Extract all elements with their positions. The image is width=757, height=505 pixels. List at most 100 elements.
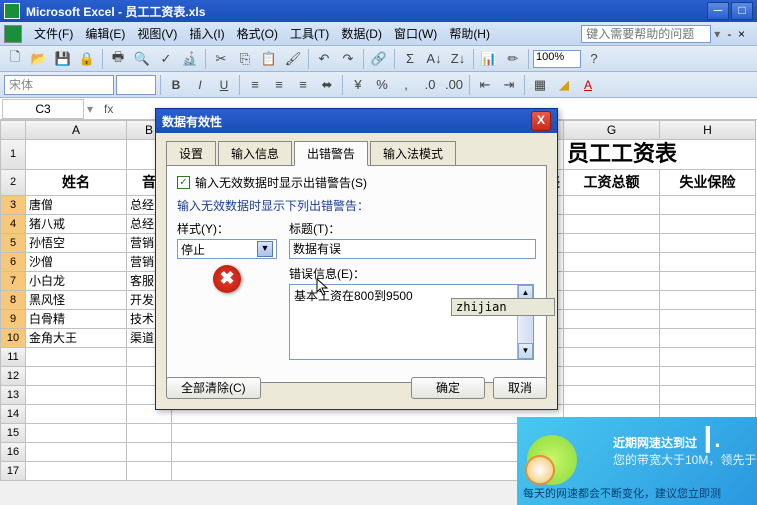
open-icon[interactable]: 📂: [28, 48, 50, 70]
cancel-button[interactable]: 取消: [493, 377, 547, 399]
fill-color-icon[interactable]: ◢: [553, 74, 575, 96]
font-color-icon[interactable]: A: [577, 74, 599, 96]
cell[interactable]: [660, 272, 756, 291]
col-header-h[interactable]: H: [660, 120, 756, 140]
dialog-titlebar[interactable]: 数据有效性 X: [156, 109, 557, 133]
menu-insert[interactable]: 插入(I): [185, 23, 228, 44]
cell[interactable]: [26, 424, 127, 443]
row-header[interactable]: 10: [0, 329, 26, 348]
sort-desc-icon[interactable]: Z↓: [447, 48, 469, 70]
cell[interactable]: [172, 462, 564, 481]
row-header[interactable]: 4: [0, 215, 26, 234]
currency-icon[interactable]: ¥: [347, 74, 369, 96]
doc-icon[interactable]: [4, 25, 22, 43]
cell[interactable]: 黑风怪: [26, 291, 127, 310]
menu-data[interactable]: 数据(D): [337, 23, 386, 44]
cell[interactable]: 孙悟空: [26, 234, 127, 253]
error-message-textarea[interactable]: 基本工资在800到9500 ▲ ▼: [289, 284, 534, 360]
row-header[interactable]: 7: [0, 272, 26, 291]
row-header[interactable]: 9: [0, 310, 26, 329]
borders-icon[interactable]: ▦: [529, 74, 551, 96]
cell[interactable]: [660, 329, 756, 348]
help-search-input[interactable]: [581, 25, 711, 43]
restore-button[interactable]: □: [731, 2, 753, 20]
tab-input-message[interactable]: 输入信息: [218, 141, 292, 166]
cell[interactable]: [660, 234, 756, 253]
row-header[interactable]: 17: [0, 462, 26, 481]
cell-header[interactable]: 失业保险: [660, 170, 756, 196]
align-left-icon[interactable]: ≡: [244, 74, 266, 96]
cell[interactable]: [564, 215, 660, 234]
cell[interactable]: [660, 253, 756, 272]
cell[interactable]: [564, 386, 660, 405]
scroll-down-icon[interactable]: ▼: [518, 343, 533, 359]
chart-icon[interactable]: 📊: [478, 48, 500, 70]
cell[interactable]: [660, 196, 756, 215]
cell[interactable]: 小白龙: [26, 272, 127, 291]
close-doc-button[interactable]: - ×: [723, 25, 749, 43]
inc-decimal-icon[interactable]: .0: [419, 74, 441, 96]
cell[interactable]: [564, 348, 660, 367]
merge-icon[interactable]: ⬌: [316, 74, 338, 96]
fx-icon[interactable]: fx: [96, 102, 121, 116]
select-all-corner[interactable]: [0, 120, 26, 140]
name-box[interactable]: C3: [2, 99, 84, 119]
cell[interactable]: [564, 253, 660, 272]
dropdown-arrow-icon[interactable]: ▼: [257, 241, 273, 257]
tab-error-alert[interactable]: 出错警告: [294, 141, 368, 166]
redo-icon[interactable]: ↷: [337, 48, 359, 70]
cell[interactable]: [172, 424, 564, 443]
menu-tools[interactable]: 工具(T): [286, 23, 333, 44]
inc-indent-icon[interactable]: ⇥: [498, 74, 520, 96]
cell-title[interactable]: 员工工资表: [564, 140, 756, 170]
font-size-select[interactable]: [116, 75, 156, 95]
row-header[interactable]: 15: [0, 424, 26, 443]
dec-indent-icon[interactable]: ⇤: [474, 74, 496, 96]
print-icon[interactable]: 🖶: [107, 48, 129, 70]
cell[interactable]: [127, 462, 172, 481]
row-header[interactable]: 8: [0, 291, 26, 310]
save-icon[interactable]: 💾: [52, 48, 74, 70]
help-icon[interactable]: ?: [583, 48, 605, 70]
textarea-scrollbar[interactable]: ▲ ▼: [517, 285, 533, 359]
title-input[interactable]: 数据有误: [289, 239, 536, 259]
underline-icon[interactable]: U: [213, 74, 235, 96]
research-icon[interactable]: 🔬: [179, 48, 201, 70]
cell[interactable]: [26, 405, 127, 424]
link-icon[interactable]: 🔗: [368, 48, 390, 70]
percent-icon[interactable]: %: [371, 74, 393, 96]
cell[interactable]: [26, 443, 127, 462]
cell[interactable]: [26, 462, 127, 481]
cell[interactable]: [564, 234, 660, 253]
format-painter-icon[interactable]: 🖌: [282, 48, 304, 70]
cell-header[interactable]: 工资总额: [564, 170, 660, 196]
cell[interactable]: [564, 310, 660, 329]
row-header[interactable]: 11: [0, 348, 26, 367]
row-header[interactable]: 16: [0, 443, 26, 462]
font-name-select[interactable]: 宋体: [4, 75, 114, 95]
undo-icon[interactable]: ↶: [313, 48, 335, 70]
comma-icon[interactable]: ,: [395, 74, 417, 96]
cell[interactable]: [564, 367, 660, 386]
row-header[interactable]: 1: [0, 140, 26, 170]
dialog-close-button[interactable]: X: [531, 111, 551, 131]
bold-icon[interactable]: B: [165, 74, 187, 96]
align-center-icon[interactable]: ≡: [268, 74, 290, 96]
new-icon[interactable]: 🗋: [4, 48, 26, 70]
style-select[interactable]: 停止 ▼: [177, 239, 277, 259]
tab-ime-mode[interactable]: 输入法模式: [370, 141, 456, 166]
row-header[interactable]: 2: [0, 170, 26, 196]
namebox-dropdown-icon[interactable]: ▾: [84, 102, 96, 116]
align-right-icon[interactable]: ≡: [292, 74, 314, 96]
cell[interactable]: [564, 329, 660, 348]
cell[interactable]: [26, 367, 127, 386]
cut-icon[interactable]: ✂: [210, 48, 232, 70]
sort-asc-icon[interactable]: A↓: [423, 48, 445, 70]
cell-header[interactable]: 姓名: [26, 170, 127, 196]
permission-icon[interactable]: 🔒: [76, 48, 98, 70]
italic-icon[interactable]: I: [189, 74, 211, 96]
row-header[interactable]: 6: [0, 253, 26, 272]
row-header[interactable]: 12: [0, 367, 26, 386]
cell[interactable]: [26, 140, 127, 170]
menu-edit[interactable]: 编辑(E): [81, 23, 129, 44]
